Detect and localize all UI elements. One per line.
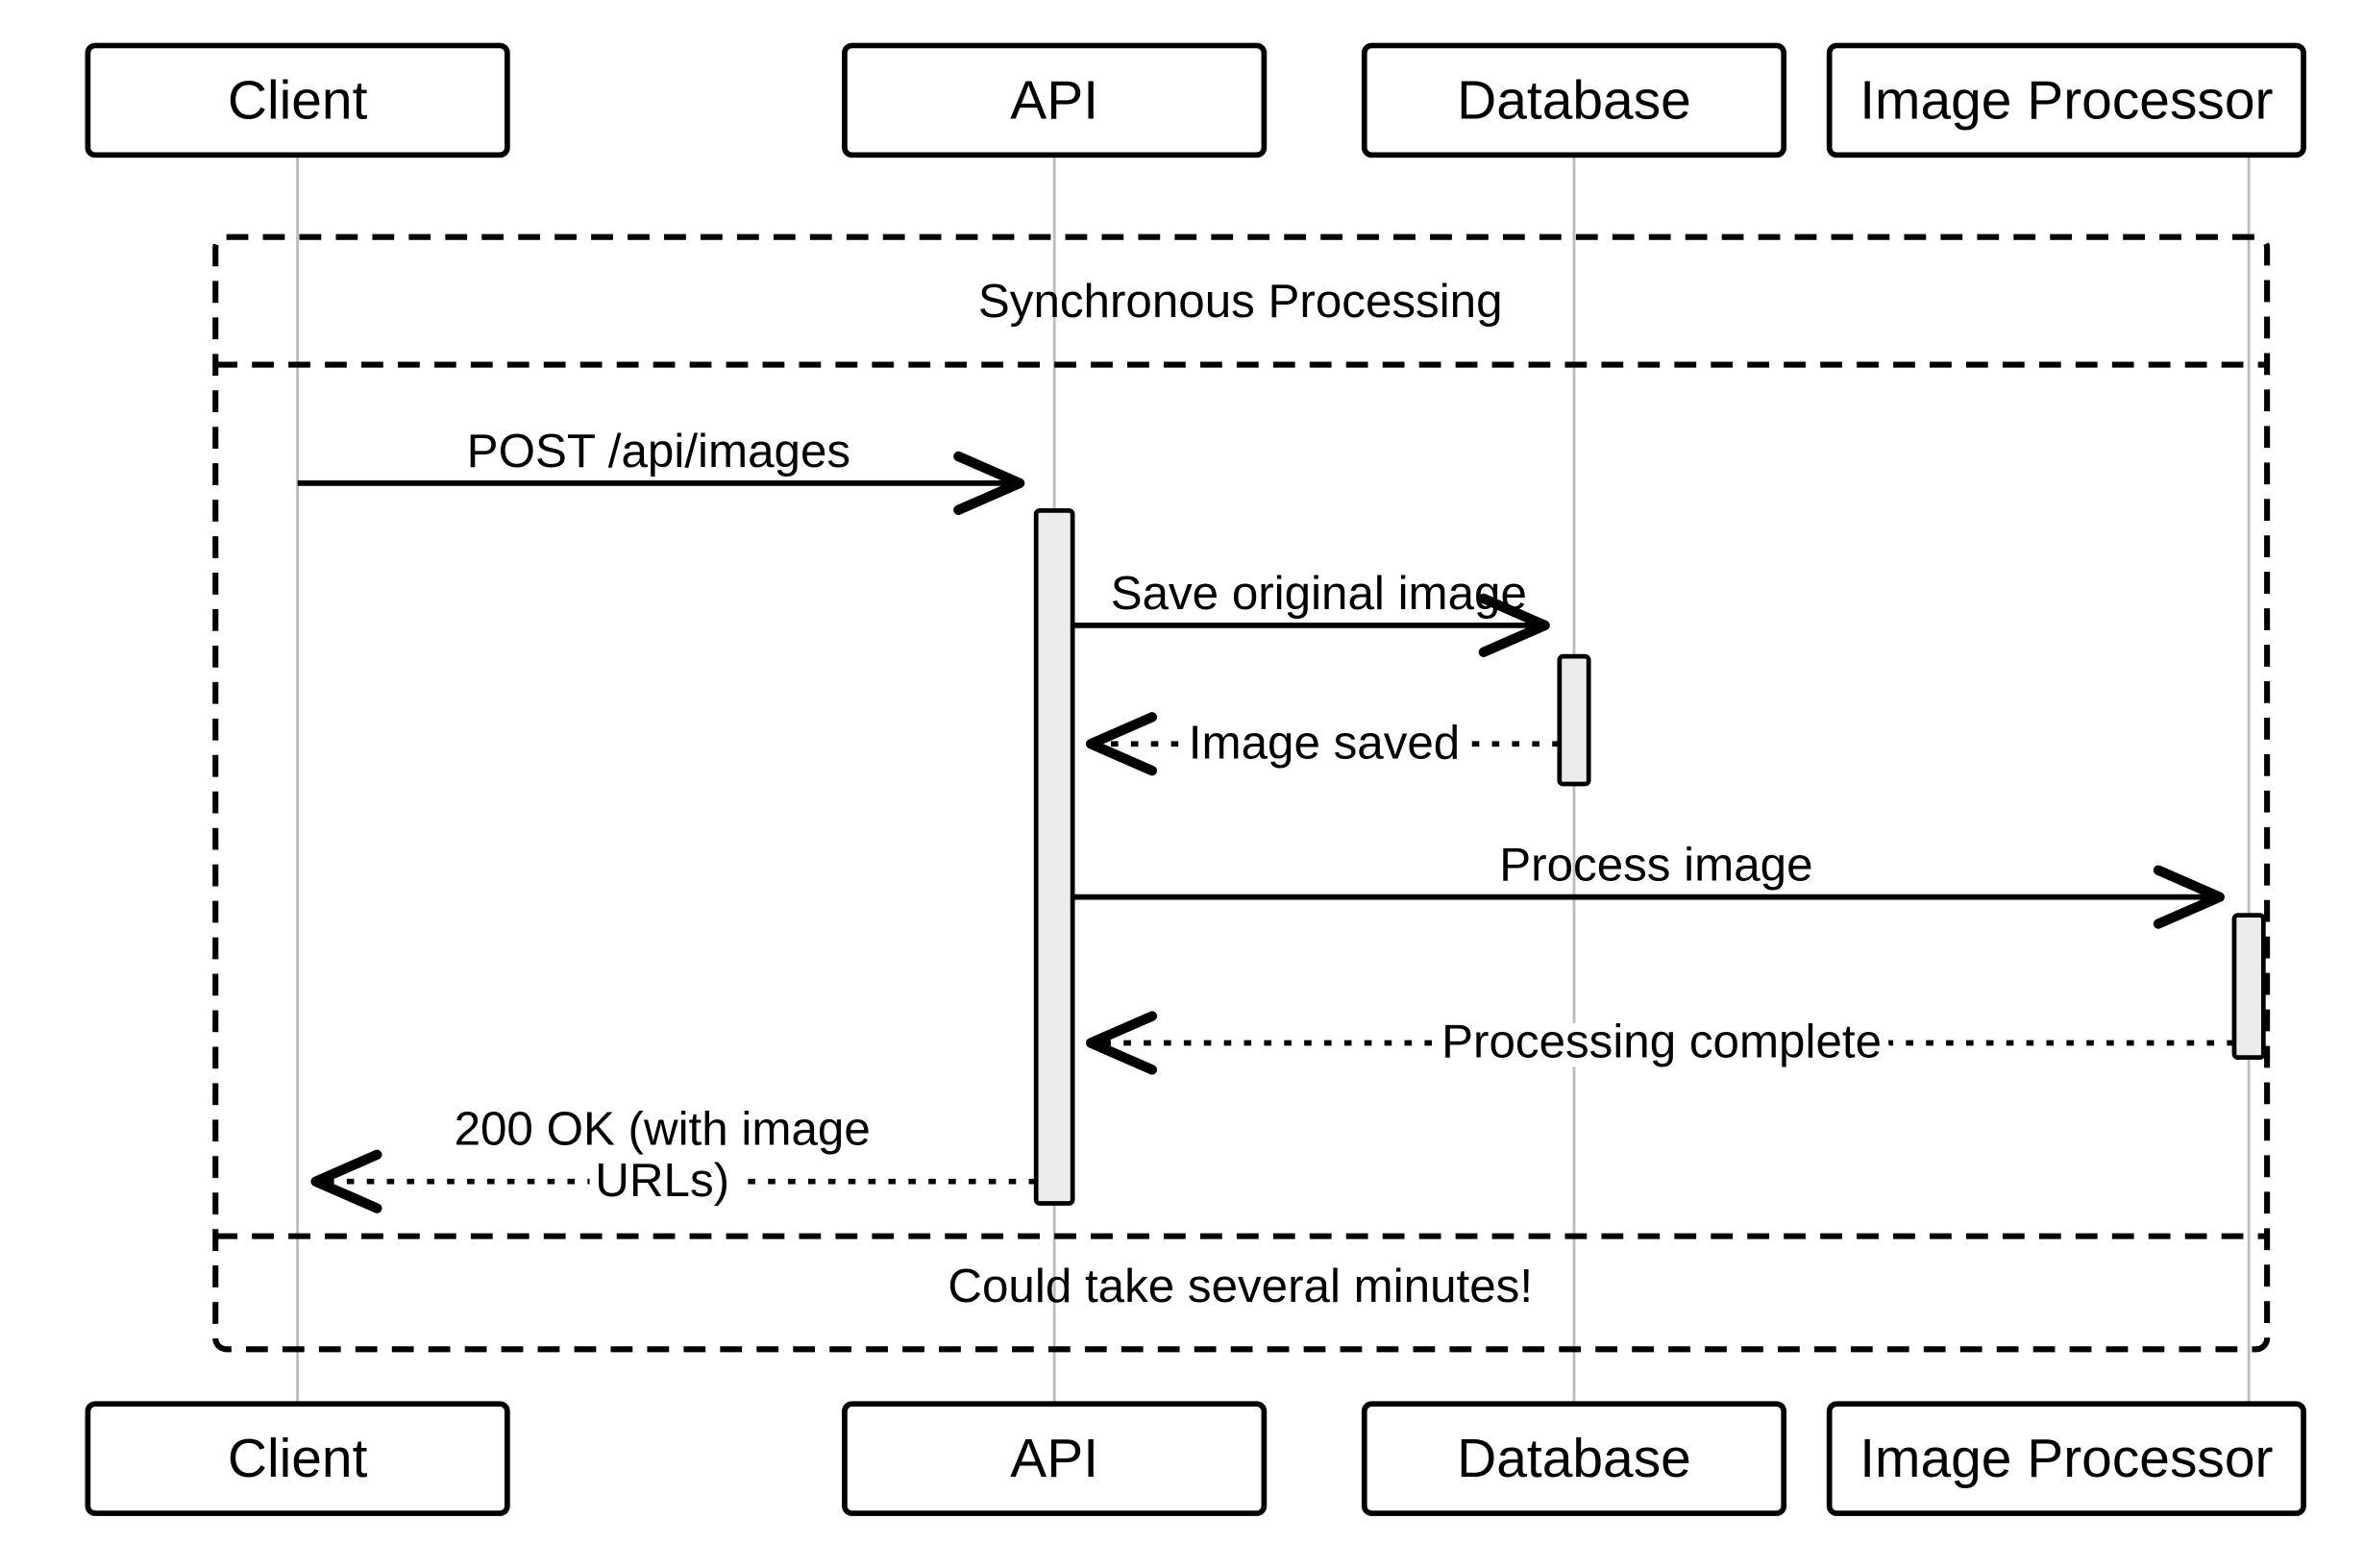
participant-client-top: Client (87, 45, 506, 155)
lifelines (298, 155, 2250, 1404)
msg-200-ok-label-1: 200 OK (with image (455, 1103, 871, 1156)
svg-text:API: API (1010, 1428, 1098, 1489)
group-label: Synchronous Processing (978, 275, 1503, 328)
participant-processor-label: Image Processor (1859, 69, 2273, 131)
group-footnote: Could take several minutes! (948, 1260, 1533, 1312)
participant-api-top: API (845, 45, 1264, 155)
msg-process-image-label: Process image (1499, 839, 1812, 892)
participant-processor-top: Image Processor (1830, 45, 2303, 155)
participant-api-label: API (1010, 69, 1098, 131)
group-frame: Synchronous Processing Could take severa… (215, 237, 2267, 1350)
participant-client-bottom: Client (87, 1404, 506, 1513)
msg-save-original-label: Save original image (1111, 567, 1527, 620)
participants-bottom: Client API Database Image Processor (87, 1404, 2303, 1513)
svg-text:Database: Database (1457, 1428, 1691, 1489)
activation-processor (2234, 916, 2263, 1058)
participants-top: Client API Database Image Processor (87, 45, 2303, 155)
activation-database (1560, 656, 1588, 784)
msg-image-saved-label: Image saved (1189, 716, 1460, 769)
svg-text:Image Processor: Image Processor (1859, 1428, 2273, 1489)
participant-database-top: Database (1365, 45, 1784, 155)
msg-processing-complete-label: Processing complete (1441, 1016, 1882, 1068)
participant-database-label: Database (1457, 69, 1691, 131)
participant-api-bottom: API (845, 1404, 1264, 1513)
participant-client-label: Client (228, 69, 368, 131)
participant-database-bottom: Database (1365, 1404, 1784, 1513)
svg-text:Client: Client (228, 1428, 368, 1489)
msg-200-ok-label-2: URLs) (595, 1154, 729, 1207)
messages: POST /api/images Save original image Ima… (298, 425, 2234, 1207)
participant-processor-bottom: Image Processor (1830, 1404, 2303, 1513)
msg-post-images-label: POST /api/images (467, 425, 850, 478)
activation-api (1036, 510, 1072, 1203)
